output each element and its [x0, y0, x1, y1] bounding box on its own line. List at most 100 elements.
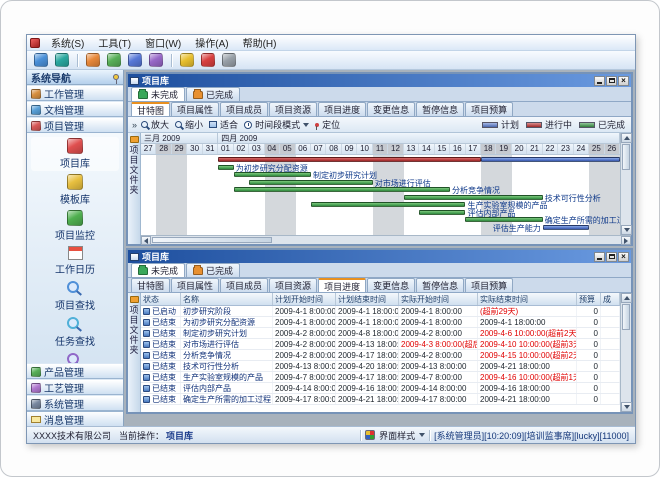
toolbar-button[interactable] [32, 52, 50, 69]
scroll-right-button[interactable] [621, 236, 631, 245]
tab-gantt[interactable]: 甘特图 [131, 278, 170, 292]
minimize-button[interactable] [594, 76, 605, 86]
table-row[interactable]: 已结束生产实验室规模的产品2009-4-7 8:00:002009-4-17 1… [141, 372, 620, 383]
gantt-bar[interactable] [419, 210, 465, 215]
tab-properties[interactable]: 项目属性 [171, 102, 219, 116]
gantt-tool-zoom-in[interactable]: 放大 [141, 118, 169, 131]
scrollbar-thumb[interactable] [622, 304, 630, 330]
sidebar-item-project-document-search[interactable]: 项目文档查找 [31, 351, 119, 363]
menu-item[interactable]: 操作(A) [188, 34, 235, 51]
sidebar-item-project-monitor[interactable]: 项目监控 [31, 209, 119, 243]
menu-item[interactable]: 系统(S) [44, 34, 91, 51]
gantt-bar[interactable] [249, 180, 373, 185]
folder-tab-finished[interactable]: 已完成 [186, 87, 240, 101]
tab-pauses[interactable]: 暂停信息 [416, 102, 464, 116]
toolbar-button[interactable] [178, 52, 196, 69]
style-selector[interactable]: 界面样式 [379, 429, 415, 442]
tab-progress[interactable]: 项目进度 [318, 102, 366, 116]
tab-gantt[interactable]: 甘特图 [131, 102, 170, 116]
table-window-titlebar[interactable]: 项目库 × [128, 250, 631, 263]
sidebar-group-process[interactable]: 工艺管理 [27, 380, 123, 395]
toolbar-button[interactable] [147, 52, 165, 69]
gantt-bar[interactable] [218, 165, 233, 170]
sidebar-item-template-library[interactable]: 模板库 [31, 173, 119, 207]
menu-item[interactable]: 帮助(H) [236, 34, 284, 51]
gantt-horizontal-scrollbar[interactable] [141, 235, 631, 244]
close-button[interactable]: × [618, 76, 629, 86]
tab-members[interactable]: 项目成员 [220, 278, 268, 292]
tab-progress[interactable]: 项目进度 [318, 278, 366, 292]
column-header-actual-start[interactable]: 实际开始时间 [399, 293, 478, 305]
column-header-actual-end[interactable]: 实际结束时间 [478, 293, 577, 305]
gantt-vertical-scrollbar[interactable] [620, 133, 631, 235]
tab-resources[interactable]: 项目资源 [269, 102, 317, 116]
gantt-bar[interactable] [543, 225, 589, 230]
scrollbar-track[interactable] [621, 331, 631, 402]
table-row[interactable]: 已结束确定生产所需的加工过程2009-4-17 8:00:002009-4-21… [141, 394, 620, 405]
tab-pauses[interactable]: 暂停信息 [416, 278, 464, 292]
sidebar-group-system[interactable]: 系统管理 [27, 396, 123, 411]
scrollbar-thumb[interactable] [152, 237, 272, 243]
gantt-tool-locate[interactable]: 定位 [315, 118, 340, 131]
sidebar-group-project[interactable]: 项目管理 [27, 118, 123, 133]
table-row[interactable]: 已启动初步研究阶段2009-4-1 8:00:002009-4-1 18:00:… [141, 306, 620, 317]
maximize-button[interactable] [606, 76, 617, 86]
scrollbar-track[interactable] [621, 171, 631, 225]
side-tab-project-folder[interactable]: 项目文件夹 [128, 133, 141, 244]
folder-tab-unfinished[interactable]: 未完成 [131, 87, 185, 101]
gantt-tool-time-mode[interactable]: 时间段模式 [244, 118, 309, 131]
toolbar-button[interactable] [84, 52, 102, 69]
column-header-name[interactable]: 名称 [181, 293, 273, 305]
table-row[interactable]: 已结束制定初步研究计划2009-4-2 8:00:002009-4-8 18:0… [141, 328, 620, 339]
menu-item[interactable]: 工具(T) [91, 34, 138, 51]
tab-resources[interactable]: 项目资源 [269, 278, 317, 292]
gantt-bar[interactable] [311, 202, 466, 207]
table-vertical-scrollbar[interactable] [620, 293, 631, 412]
menu-item[interactable]: 窗口(W) [138, 34, 188, 51]
sidebar-item-project-library[interactable]: 项目库 [31, 137, 119, 171]
scrollbar-thumb[interactable] [622, 144, 630, 170]
column-header-extra[interactable]: 成 [601, 293, 620, 305]
tab-members[interactable]: 项目成员 [220, 102, 268, 116]
scroll-left-button[interactable] [141, 236, 151, 245]
table-row[interactable]: 已结束技术可行性分析2009-4-13 8:00:002009-4-20 18:… [141, 361, 620, 372]
tab-changes[interactable]: 变更信息 [367, 102, 415, 116]
gantt-window-titlebar[interactable]: 项目库 × [128, 74, 631, 87]
sidebar-tab-messages[interactable]: 消息管理 [27, 411, 123, 426]
gantt-bar[interactable] [481, 157, 620, 162]
table-row[interactable]: 已结束对市场进行评估2009-4-2 8:00:002009-4-13 18:0… [141, 339, 620, 350]
scroll-up-button[interactable] [621, 133, 632, 143]
gantt-bar[interactable] [234, 172, 311, 177]
gantt-bar[interactable] [218, 157, 481, 162]
minimize-button[interactable] [594, 252, 605, 262]
toolbar-button[interactable] [199, 52, 217, 69]
gantt-tool-fit[interactable]: 适合 [209, 118, 238, 131]
sidebar-group-product[interactable]: 产品管理 [27, 364, 123, 379]
folder-tab-unfinished[interactable]: 未完成 [131, 263, 185, 277]
side-tab-project-folder[interactable]: 项目文件夹 [128, 293, 141, 412]
sidebar-item-project-search[interactable]: 项目查找 [31, 279, 119, 313]
toolbar-overflow-button[interactable]: » [132, 120, 137, 130]
table-row[interactable]: 已结束分析竞争情况2009-4-2 8:00:002009-4-17 18:00… [141, 350, 620, 361]
scroll-down-button[interactable] [621, 225, 632, 235]
scroll-down-button[interactable] [621, 402, 632, 412]
scroll-up-button[interactable] [621, 293, 632, 303]
gantt-bar[interactable] [234, 187, 450, 192]
toolbar-button[interactable] [220, 52, 238, 69]
column-header-budget[interactable]: 预算 [577, 293, 601, 305]
sidebar-item-task-search[interactable]: 任务查找 [31, 315, 119, 349]
dropdown-arrow-icon[interactable] [419, 433, 425, 437]
column-header-plan-start[interactable]: 计划开始时间 [273, 293, 336, 305]
pushpin-icon[interactable] [113, 74, 119, 80]
tab-changes[interactable]: 变更信息 [367, 278, 415, 292]
toolbar-button[interactable] [105, 52, 123, 69]
gantt-bar[interactable] [404, 195, 543, 200]
sidebar-group-work[interactable]: 工作管理 [27, 86, 123, 101]
column-header-status[interactable]: 状态 [141, 293, 181, 305]
tab-properties[interactable]: 项目属性 [171, 278, 219, 292]
tab-budget[interactable]: 项目预算 [465, 102, 513, 116]
scrollbar-track[interactable] [273, 236, 621, 244]
close-button[interactable]: × [618, 252, 629, 262]
sidebar-item-work-calendar[interactable]: 工作日历 [31, 245, 119, 277]
gantt-tool-zoom-out[interactable]: 缩小 [175, 118, 203, 131]
